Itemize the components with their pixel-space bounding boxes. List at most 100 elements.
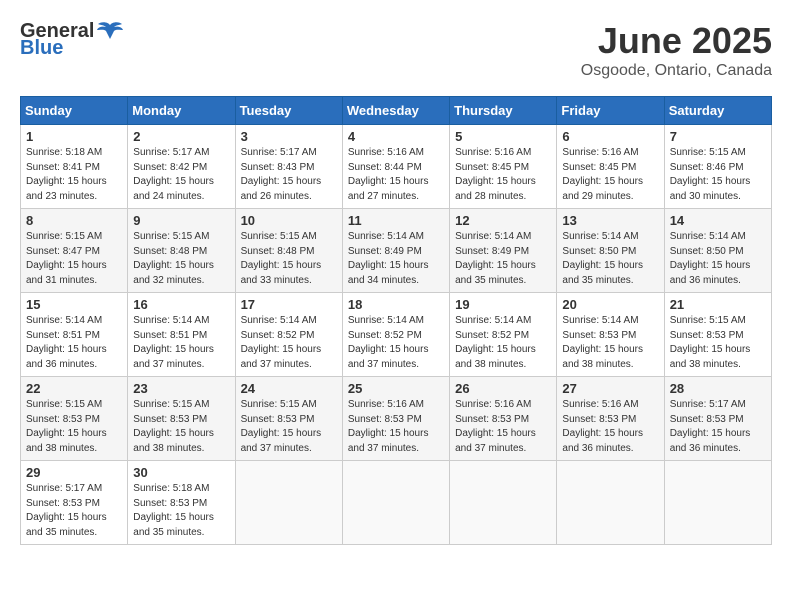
day-info: Sunrise: 5:18 AM Sunset: 8:41 PM Dayligh…: [26, 146, 122, 204]
day-number: 25: [348, 381, 444, 396]
page-header: General Blue June 2025 Osgoode, Ontario,…: [20, 20, 772, 80]
calendar-cell: 4Sunrise: 5:16 AM Sunset: 8:44 PM Daylig…: [342, 125, 449, 209]
header-tuesday: Tuesday: [235, 97, 342, 125]
day-info: Sunrise: 5:14 AM Sunset: 8:50 PM Dayligh…: [562, 230, 658, 288]
calendar-week-row: 1 Sunrise: 5:18 AM Sunset: 8:41 PM Daylig…: [21, 125, 772, 209]
header-thursday: Thursday: [450, 97, 557, 125]
header-sunday: Sunday: [21, 97, 128, 125]
day-number: 1: [26, 129, 122, 144]
day-number: 21: [670, 297, 766, 312]
calendar-cell: 15 Sunrise: 5:14 AM Sunset: 8:51 PM Dayli…: [21, 293, 128, 377]
day-number: 9: [133, 213, 229, 228]
calendar-cell: 5 Sunrise: 5:16 AM Sunset: 8:45 PM Daylig…: [450, 125, 557, 209]
day-info: Sunrise: 5:14 AM Sunset: 8:53 PM Dayligh…: [562, 314, 658, 372]
day-info: Sunrise: 5:17 AM Sunset: 8:42 PM Dayligh…: [133, 146, 229, 204]
day-info: Sunrise: 5:18 AM Sunset: 8:53 PM Dayligh…: [133, 482, 229, 540]
calendar-cell: 2 Sunrise: 5:17 AM Sunset: 8:42 PM Daylig…: [128, 125, 235, 209]
calendar-cell: 20 Sunrise: 5:14 AM Sunset: 8:53 PM Dayli…: [557, 293, 664, 377]
day-info: Sunrise: 5:15 AM Sunset: 8:47 PM Dayligh…: [26, 230, 122, 288]
day-number: 22: [26, 381, 122, 396]
day-info: Sunrise: 5:17 AM Sunset: 8:43 PM Dayligh…: [241, 146, 337, 204]
calendar-cell: [342, 461, 449, 545]
calendar-cell: 28 Sunrise: 5:17 AM Sunset: 8:53 PM Dayli…: [664, 377, 771, 461]
calendar-cell: [235, 461, 342, 545]
calendar-cell: 11Sunrise: 5:14 AM Sunset: 8:49 PM Dayli…: [342, 209, 449, 293]
calendar-cell: 7 Sunrise: 5:15 AM Sunset: 8:46 PM Daylig…: [664, 125, 771, 209]
day-info: Sunrise: 5:15 AM Sunset: 8:53 PM Dayligh…: [133, 398, 229, 456]
calendar-cell: 14Sunrise: 5:14 AM Sunset: 8:50 PM Dayli…: [664, 209, 771, 293]
day-number: 16: [133, 297, 229, 312]
day-number: 17: [241, 297, 337, 312]
day-number: 24: [241, 381, 337, 396]
day-number: 28: [670, 381, 766, 396]
day-info: Sunrise: 5:16 AM Sunset: 8:44 PM Dayligh…: [348, 146, 444, 204]
calendar-week-row: 22 Sunrise: 5:15 AM Sunset: 8:53 PM Dayli…: [21, 377, 772, 461]
day-number: 18: [348, 297, 444, 312]
day-info: Sunrise: 5:14 AM Sunset: 8:49 PM Dayligh…: [455, 230, 551, 288]
header-wednesday: Wednesday: [342, 97, 449, 125]
calendar-cell: [450, 461, 557, 545]
calendar-week-row: 29 Sunrise: 5:17 AM Sunset: 8:53 PM Dayli…: [21, 461, 772, 545]
header-monday: Monday: [128, 97, 235, 125]
header-saturday: Saturday: [664, 97, 771, 125]
day-number: 6: [562, 129, 658, 144]
day-number: 14: [670, 213, 766, 228]
calendar-cell: 24 Sunrise: 5:15 AM Sunset: 8:53 PM Dayli…: [235, 377, 342, 461]
calendar-cell: 13 Sunrise: 5:14 AM Sunset: 8:50 PM Dayli…: [557, 209, 664, 293]
title-block: June 2025 Osgoode, Ontario, Canada: [581, 20, 772, 80]
day-number: 23: [133, 381, 229, 396]
calendar-cell: 21 Sunrise: 5:15 AM Sunset: 8:53 PM Dayli…: [664, 293, 771, 377]
logo: General Blue: [20, 20, 124, 60]
calendar-cell: 9 Sunrise: 5:15 AM Sunset: 8:48 PM Daylig…: [128, 209, 235, 293]
calendar-cell: 16 Sunrise: 5:14 AM Sunset: 8:51 PM Dayli…: [128, 293, 235, 377]
day-info: Sunrise: 5:14 AM Sunset: 8:51 PM Dayligh…: [26, 314, 122, 372]
day-number: 5: [455, 129, 551, 144]
calendar-cell: 19Sunrise: 5:14 AM Sunset: 8:52 PM Dayli…: [450, 293, 557, 377]
day-number: 12: [455, 213, 551, 228]
day-info: Sunrise: 5:16 AM Sunset: 8:45 PM Dayligh…: [562, 146, 658, 204]
day-info: Sunrise: 5:15 AM Sunset: 8:53 PM Dayligh…: [241, 398, 337, 456]
day-info: Sunrise: 5:16 AM Sunset: 8:53 PM Dayligh…: [455, 398, 551, 456]
day-info: Sunrise: 5:16 AM Sunset: 8:53 PM Dayligh…: [562, 398, 658, 456]
day-number: 27: [562, 381, 658, 396]
calendar-cell: 25Sunrise: 5:16 AM Sunset: 8:53 PM Dayli…: [342, 377, 449, 461]
location: Osgoode, Ontario, Canada: [581, 62, 772, 80]
calendar-cell: 8Sunrise: 5:15 AM Sunset: 8:47 PM Daylig…: [21, 209, 128, 293]
day-info: Sunrise: 5:15 AM Sunset: 8:53 PM Dayligh…: [670, 314, 766, 372]
calendar-week-row: 8Sunrise: 5:15 AM Sunset: 8:47 PM Daylig…: [21, 209, 772, 293]
day-number: 15: [26, 297, 122, 312]
day-info: Sunrise: 5:16 AM Sunset: 8:45 PM Dayligh…: [455, 146, 551, 204]
day-info: Sunrise: 5:17 AM Sunset: 8:53 PM Dayligh…: [26, 482, 122, 540]
day-info: Sunrise: 5:15 AM Sunset: 8:46 PM Dayligh…: [670, 146, 766, 204]
day-info: Sunrise: 5:14 AM Sunset: 8:51 PM Dayligh…: [133, 314, 229, 372]
calendar-week-row: 15 Sunrise: 5:14 AM Sunset: 8:51 PM Dayli…: [21, 293, 772, 377]
day-info: Sunrise: 5:17 AM Sunset: 8:53 PM Dayligh…: [670, 398, 766, 456]
calendar-cell: 12 Sunrise: 5:14 AM Sunset: 8:49 PM Dayli…: [450, 209, 557, 293]
day-number: 7: [670, 129, 766, 144]
day-number: 20: [562, 297, 658, 312]
calendar-cell: 6 Sunrise: 5:16 AM Sunset: 8:45 PM Daylig…: [557, 125, 664, 209]
day-info: Sunrise: 5:14 AM Sunset: 8:52 PM Dayligh…: [455, 314, 551, 372]
calendar-cell: 26 Sunrise: 5:16 AM Sunset: 8:53 PM Dayli…: [450, 377, 557, 461]
calendar-cell: 1 Sunrise: 5:18 AM Sunset: 8:41 PM Daylig…: [21, 125, 128, 209]
day-number: 13: [562, 213, 658, 228]
day-number: 3: [241, 129, 337, 144]
day-number: 30: [133, 465, 229, 480]
calendar-header-row: SundayMondayTuesdayWednesdayThursdayFrid…: [21, 97, 772, 125]
month-title: June 2025: [581, 20, 772, 62]
calendar-cell: 23 Sunrise: 5:15 AM Sunset: 8:53 PM Dayli…: [128, 377, 235, 461]
logo-bird-icon: [96, 21, 124, 43]
day-number: 26: [455, 381, 551, 396]
day-number: 29: [26, 465, 122, 480]
day-number: 2: [133, 129, 229, 144]
calendar-cell: 3 Sunrise: 5:17 AM Sunset: 8:43 PM Daylig…: [235, 125, 342, 209]
calendar-cell: 29 Sunrise: 5:17 AM Sunset: 8:53 PM Dayli…: [21, 461, 128, 545]
header-friday: Friday: [557, 97, 664, 125]
day-info: Sunrise: 5:14 AM Sunset: 8:49 PM Dayligh…: [348, 230, 444, 288]
day-info: Sunrise: 5:15 AM Sunset: 8:48 PM Dayligh…: [133, 230, 229, 288]
calendar-table: SundayMondayTuesdayWednesdayThursdayFrid…: [20, 96, 772, 545]
calendar-cell: 10Sunrise: 5:15 AM Sunset: 8:48 PM Dayli…: [235, 209, 342, 293]
day-info: Sunrise: 5:15 AM Sunset: 8:53 PM Dayligh…: [26, 398, 122, 456]
calendar-cell: 18Sunrise: 5:14 AM Sunset: 8:52 PM Dayli…: [342, 293, 449, 377]
calendar-cell: [557, 461, 664, 545]
